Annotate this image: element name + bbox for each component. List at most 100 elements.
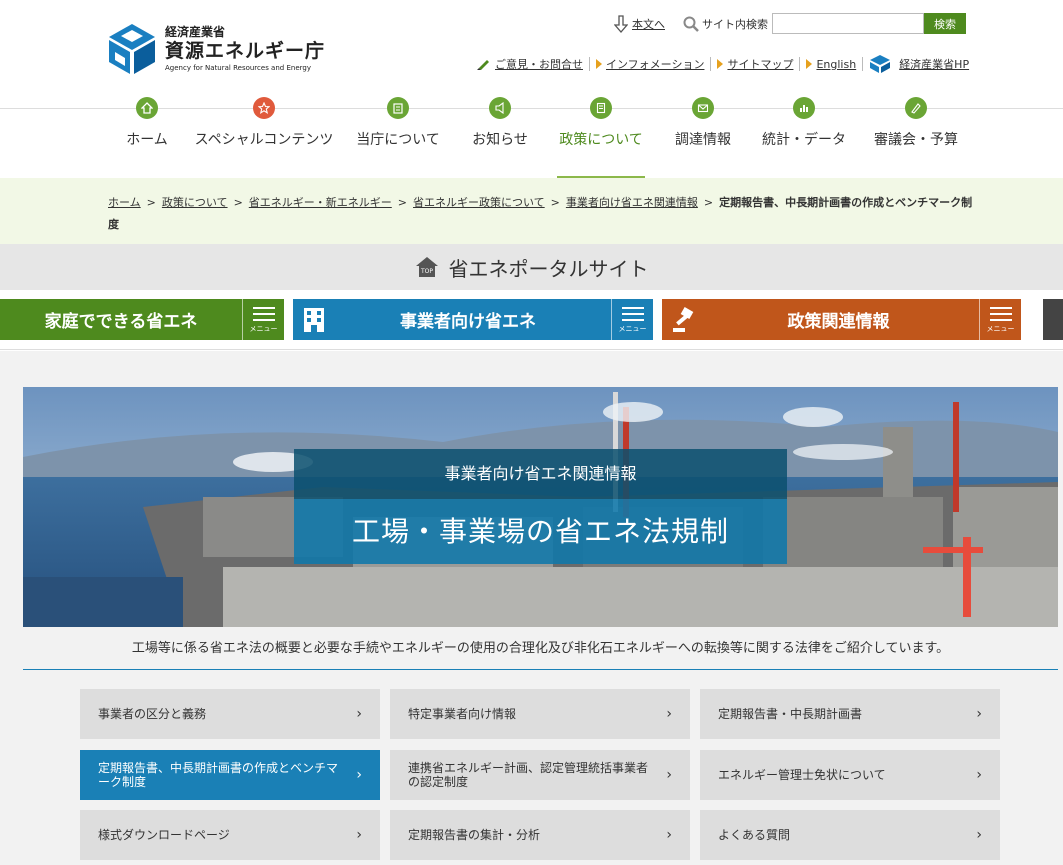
- card-faq[interactable]: よくある質問 ›: [700, 810, 1000, 860]
- card-form-download[interactable]: 様式ダウンロードページ ›: [80, 810, 380, 860]
- breadcrumb-bar: ホーム > 政策について > 省エネルギー・新エネルギー > 省エネルギー政策について > 事業…: [0, 178, 1063, 244]
- hamburger-icon: [621, 307, 644, 309]
- breadcrumb-link-policy[interactable]: 政策について: [162, 196, 228, 209]
- portal-title: 省エネポータルサイト: [448, 256, 649, 281]
- chevron-right-icon: ›: [976, 767, 982, 783]
- sitemap-link-label: サイトマップ: [727, 58, 794, 71]
- hamburger-icon: [252, 319, 275, 321]
- gnav-label-about: 当庁について: [356, 132, 440, 148]
- contact-link-label: ご意見・お問合せ: [495, 58, 583, 71]
- card-periodic-report-plan[interactable]: 定期報告書・中長期計画書 ›: [700, 689, 1000, 739]
- divider: [710, 57, 712, 71]
- down-arrow-icon: [614, 14, 628, 33]
- gnav-item-about-agency[interactable]: 当庁について: [356, 97, 440, 179]
- english-link[interactable]: English: [806, 58, 856, 71]
- gnav-item-news[interactable]: お知らせ: [472, 97, 528, 179]
- card-label: 連携省エネルギー計画、認定管理統括事業者の認定制度: [408, 761, 649, 789]
- agency-logo[interactable]: 経済産業省 資源エネルギー庁 Agency for Natural Resour…: [107, 22, 325, 76]
- card-collaborative-energy-plan[interactable]: 連携省エネルギー計画、認定管理統括事業者の認定制度 ›: [390, 750, 690, 800]
- home-icon: [136, 97, 158, 119]
- category-home-label: 家庭でできる省エネ: [44, 312, 198, 332]
- meti-link-label: 経済産業省HP: [899, 58, 970, 71]
- card-label: 定期報告書、中長期計画書の作成とベンチマーク制度: [98, 761, 339, 789]
- card-label: エネルギー管理士免状について: [718, 768, 886, 782]
- hamburger-icon: [252, 307, 275, 309]
- skip-link-label: 本文へ: [632, 17, 665, 31]
- hamburger-icon: [621, 313, 644, 315]
- document-icon: [590, 97, 612, 119]
- category-policy-menu-button[interactable]: メニュー: [979, 299, 1021, 340]
- card-energy-manager-license[interactable]: エネルギー管理士免状について ›: [700, 750, 1000, 800]
- menu-label: メニュー: [618, 325, 647, 333]
- utility-links: ご意見・お問合せ インフォメーション サイトマップ English 経済産業省H…: [477, 54, 969, 74]
- site-search-input[interactable]: [772, 13, 924, 34]
- category-bar: 家庭でできる省エネ メニュー 事業者向け省エネ メニュー 政策関連情報 メニュー: [0, 290, 1063, 350]
- chevron-right-icon: ›: [356, 706, 362, 722]
- category-home-menu-button[interactable]: メニュー: [242, 299, 284, 340]
- breadcrumb-link-business-info[interactable]: 事業者向け省エネ関連情報: [566, 196, 698, 209]
- category-business-menu-button[interactable]: メニュー: [611, 299, 653, 340]
- search-button[interactable]: 検索: [924, 13, 966, 34]
- portal-title-bar[interactable]: TOP 省エネポータルサイト: [0, 244, 1063, 290]
- breadcrumb-link-energy[interactable]: 省エネルギー・新エネルギー: [249, 196, 392, 209]
- global-navigation: ホーム スペシャルコンテンツ 当庁について お知らせ 政策について 調達情報 統…: [0, 97, 1063, 179]
- main-content: 事業者向け省エネ関連情報 工場・事業場の省エネ法規制 工場等に係る省エネ法の概要…: [0, 351, 1063, 865]
- card-business-category-obligations[interactable]: 事業者の区分と義務 ›: [80, 689, 380, 739]
- contact-link[interactable]: ご意見・お問合せ: [477, 56, 583, 72]
- card-specified-business-info[interactable]: 特定事業者向け情報 ›: [390, 689, 690, 739]
- chevron-right-icon: ›: [976, 827, 982, 843]
- breadcrumb-link-home[interactable]: ホーム: [108, 196, 141, 209]
- intro-text: 工場等に係る省エネ法の概要と必要な手続やエネルギーの使用の合理化及び非化石エネル…: [131, 641, 950, 656]
- category-business-energy-saving[interactable]: 事業者向け省エネ メニュー: [293, 299, 653, 340]
- gnav-item-procurement[interactable]: 調達情報: [675, 97, 731, 179]
- card-label: 様式ダウンロードページ: [98, 828, 230, 842]
- category-home-energy-saving[interactable]: 家庭でできる省エネ メニュー: [0, 299, 284, 340]
- card-report-analysis[interactable]: 定期報告書の集計・分析 ›: [390, 810, 690, 860]
- chevron-right-icon: ›: [356, 827, 362, 843]
- pencil-icon: [477, 60, 489, 70]
- utility-top: 本文へ サイト内検索 検索: [614, 13, 966, 34]
- card-label: 事業者の区分と義務: [98, 707, 207, 721]
- chevron-right-icon: ›: [356, 767, 362, 783]
- meti-link[interactable]: 経済産業省HP: [869, 54, 969, 74]
- breadcrumb: ホーム > 政策について > 省エネルギー・新エネルギー > 省エネルギー政策について > 事業…: [108, 192, 973, 236]
- gnav-item-special-contents[interactable]: スペシャルコンテンツ: [195, 97, 333, 179]
- sitemap-link[interactable]: サイトマップ: [717, 56, 793, 72]
- hamburger-icon: [621, 319, 644, 321]
- menu-label: メニュー: [986, 325, 1015, 333]
- category-policy-label: 政策関連情報: [787, 312, 890, 332]
- pencil-icon: [905, 97, 927, 119]
- building-icon: [387, 97, 409, 119]
- menu-label: メニュー: [249, 325, 278, 333]
- gnav-label-council: 審議会・予算: [874, 132, 958, 148]
- mail-icon: [692, 97, 714, 119]
- hero-title: 工場・事業場の省エネ法規制: [294, 499, 787, 564]
- divider: [23, 669, 1058, 670]
- skip-to-content-link[interactable]: 本文へ: [614, 14, 665, 33]
- gnav-label-special: スペシャルコンテンツ: [194, 132, 334, 148]
- breadcrumb-separator: >: [550, 196, 560, 209]
- category-business-label: 事業者向け省エネ: [400, 312, 536, 332]
- breadcrumb-separator: >: [146, 196, 156, 209]
- chevron-right-icon: ›: [976, 706, 982, 722]
- office-building-icon: [304, 307, 324, 332]
- gavel-icon: [673, 306, 694, 332]
- gnav-item-statistics[interactable]: 統計・データ: [762, 97, 846, 179]
- gnav-item-home[interactable]: ホーム: [126, 97, 168, 179]
- breadcrumb-separator: >: [233, 196, 243, 209]
- breadcrumb-link-energy-policy[interactable]: 省エネルギー政策について: [413, 196, 545, 209]
- gnav-label-news: お知らせ: [472, 132, 528, 148]
- category-policy-info[interactable]: 政策関連情報 メニュー: [662, 299, 1021, 340]
- information-link[interactable]: インフォメーション: [596, 56, 704, 72]
- top-label: TOP: [419, 268, 432, 275]
- chevron-right-icon: ›: [666, 767, 672, 783]
- card-periodic-report-benchmark[interactable]: 定期報告書、中長期計画書の作成とベンチマーク制度 ›: [80, 750, 380, 800]
- logo-agency-name: 資源エネルギー庁: [165, 40, 326, 62]
- search-icon: [683, 16, 699, 32]
- category-extra-menu[interactable]: [1043, 299, 1063, 340]
- card-label: よくある質問: [718, 828, 791, 842]
- gnav-item-council-budget[interactable]: 審議会・予算: [874, 97, 958, 179]
- gnav-item-policy[interactable]: 政策について: [557, 97, 645, 179]
- english-link-label: English: [816, 57, 857, 71]
- site-header: 経済産業省 資源エネルギー庁 Agency for Natural Resour…: [0, 0, 1063, 108]
